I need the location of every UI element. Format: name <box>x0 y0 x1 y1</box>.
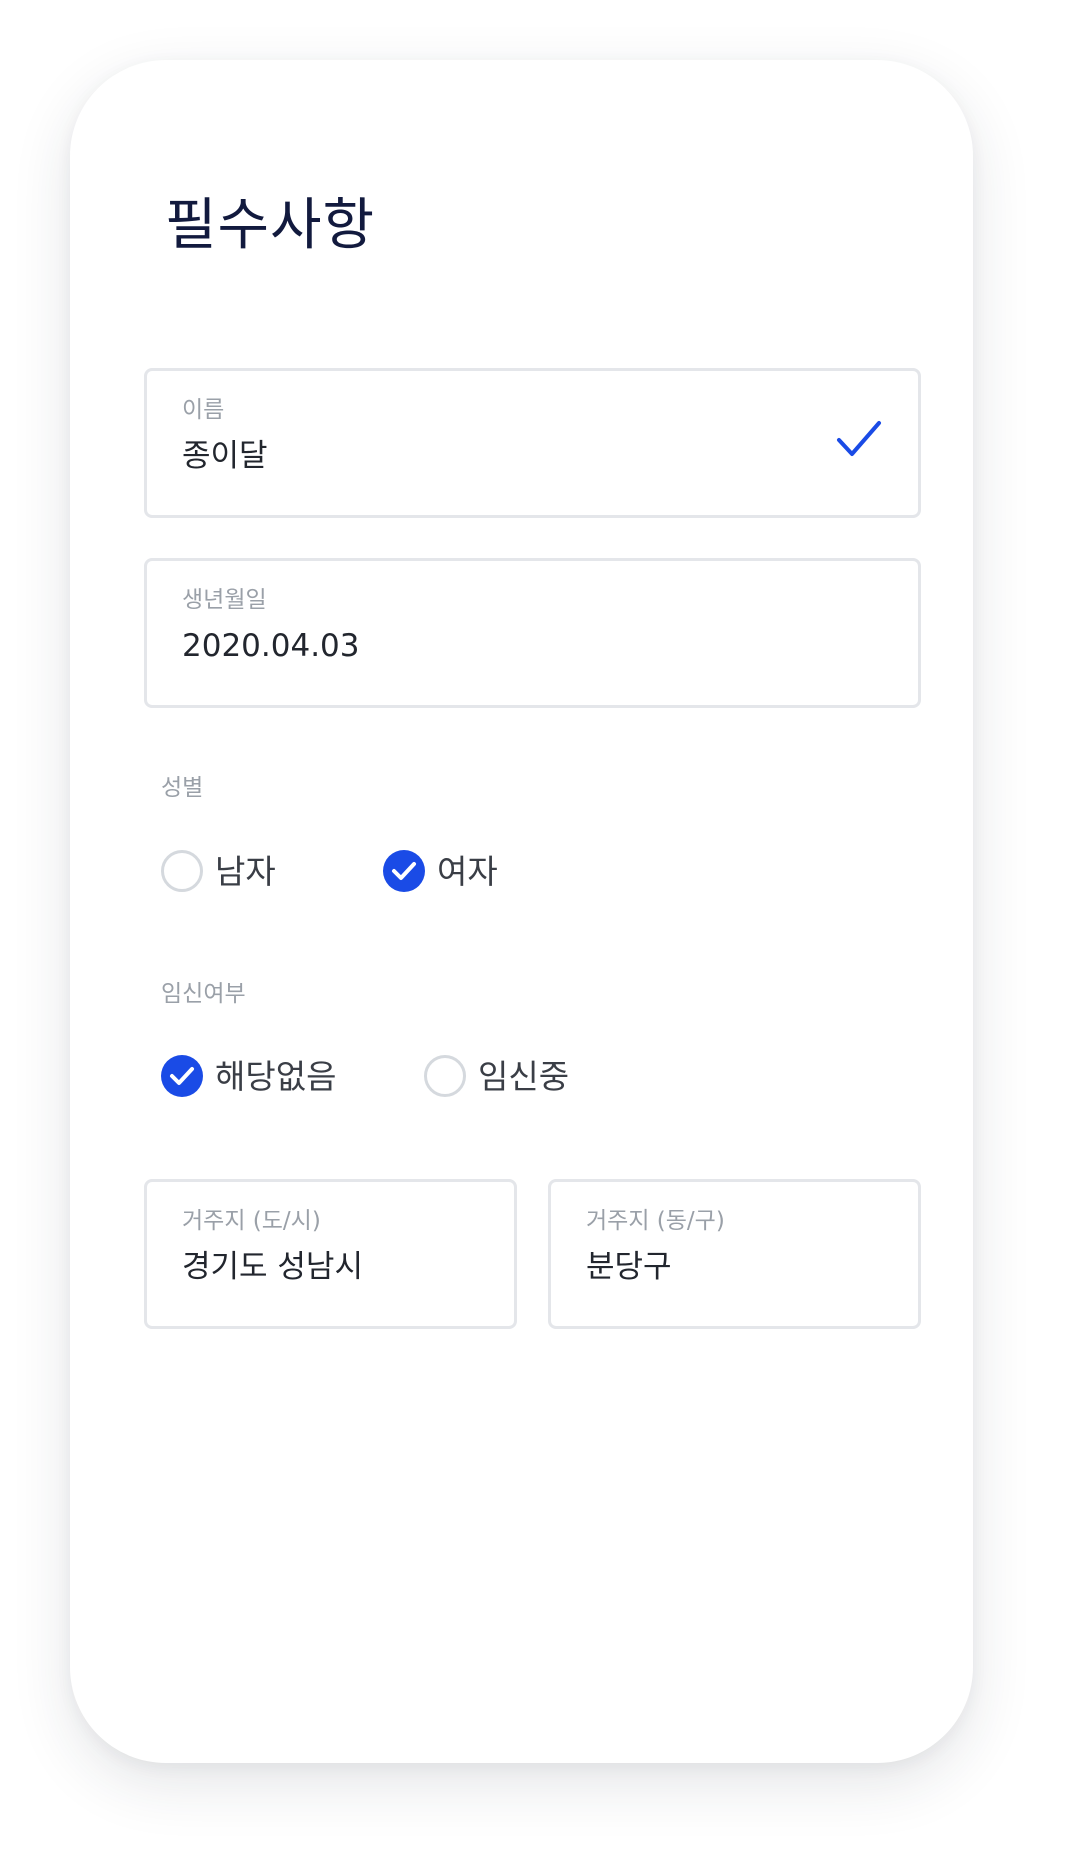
radio-unchecked-icon <box>161 850 203 892</box>
radio-checked-icon <box>161 1055 203 1097</box>
gender-option-male[interactable]: 남자 <box>161 850 276 892</box>
gender-option-male-label: 남자 <box>215 851 276 891</box>
pregnancy-option-none-label: 해당없음 <box>215 1056 337 1096</box>
residence-city-label: 거주지 (도/시) <box>182 1208 321 1234</box>
page-title: 필수사항 <box>165 193 376 258</box>
name-field-label: 이름 <box>182 397 225 423</box>
pregnancy-option-pregnant-label: 임신중 <box>478 1056 570 1096</box>
birthdate-field[interactable]: 생년월일 2020.04.03 <box>144 558 921 708</box>
residence-district-value: 분당구 <box>586 1249 672 1285</box>
residence-district-field[interactable]: 거주지 (동/구) 분당구 <box>548 1179 921 1329</box>
residence-city-field[interactable]: 거주지 (도/시) 경기도 성남시 <box>144 1179 517 1329</box>
pregnancy-option-pregnant[interactable]: 임신중 <box>424 1055 569 1097</box>
birthdate-field-label: 생년월일 <box>182 587 267 613</box>
residence-district-label: 거주지 (동/구) <box>586 1208 725 1234</box>
name-field[interactable]: 이름 종이달 <box>144 368 921 518</box>
check-icon <box>837 421 881 456</box>
gender-option-female-label: 여자 <box>437 851 498 891</box>
radio-unchecked-icon <box>424 1055 466 1097</box>
pregnancy-label: 임신여부 <box>161 981 246 1007</box>
birthdate-field-value: 2020.04.03 <box>182 628 360 664</box>
radio-checked-icon <box>383 850 425 892</box>
gender-label: 성별 <box>161 775 204 801</box>
pregnancy-option-none[interactable]: 해당없음 <box>161 1055 336 1097</box>
form-card: 필수사항 이름 종이달 생년월일 2020.04.03 성별 남자 여자 임신여… <box>70 60 973 1763</box>
gender-option-female[interactable]: 여자 <box>383 850 498 892</box>
residence-city-value: 경기도 성남시 <box>182 1249 363 1285</box>
name-field-value: 종이달 <box>182 438 268 474</box>
